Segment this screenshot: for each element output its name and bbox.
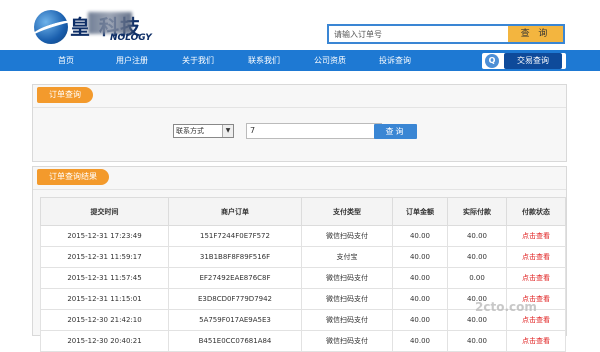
order-amount-cell: 40.00 [392,330,448,352]
payment-type-cell: 微信扫码支付 [301,309,393,331]
merchant-order-cell: EF27492EAE876C8F [168,267,302,289]
merchant-order-cell: E3D8CD0F779D7942 [168,288,302,310]
site-watermark: 2cto.com [475,300,537,314]
nav-item-home[interactable]: 首页 [55,50,77,71]
column-header: 支付类型 [301,197,393,226]
column-header: 实际付款 [447,197,507,226]
order-number-input[interactable] [329,26,508,42]
payment-type-cell: 支付宝 [301,246,393,268]
nav-item-complaint[interactable]: 投诉查询 [373,50,417,71]
chevron-down-icon: ▼ [222,125,233,137]
nav-item-qualification[interactable]: 公司资质 [308,50,352,71]
query-value-input[interactable]: 7 [246,123,382,139]
query-type-select[interactable]: 联系方式 ▼ [173,124,234,138]
submit-time-cell: 2015-12-31 11:59:17 [40,246,169,268]
submit-time-cell: 2015-12-31 11:15:01 [40,288,169,310]
payment-type-cell: 微信扫码支付 [301,330,393,352]
search-icon: Q [485,54,499,68]
transaction-query-button[interactable]: Q 交易查询 [482,53,566,69]
payment-type-cell: 微信扫码支付 [301,225,393,247]
order-search-box: 查 询 [327,24,565,44]
nav-item-about[interactable]: 关于我们 [176,50,220,71]
column-header: 订单金额 [392,197,448,226]
table-row: 2015-12-30 20:40:21 B451E0CC07681A84 微信扫… [40,330,566,352]
column-header: 商户订单 [168,197,302,226]
merchant-order-cell: 5A759F017AE9A5E3 [168,309,302,331]
order-amount-cell: 40.00 [392,288,448,310]
submit-time-cell: 2015-12-31 17:23:49 [40,225,169,247]
table-row: 2015-12-31 11:59:17 31B1B8F8F89F516F 支付宝… [40,246,566,268]
query-button[interactable]: 查询 [374,124,417,139]
actual-payment-cell: 40.00 [447,246,507,268]
order-amount-cell: 40.00 [392,246,448,268]
results-table: 提交时间 商户订单 支付类型 订单金额 实际付款 付款状态 2015-12-31… [40,197,566,352]
table-header-row: 提交时间 商户订单 支付类型 订单金额 实际付款 付款状态 [40,197,566,226]
divider [33,107,566,108]
order-amount-cell: 40.00 [392,309,448,331]
view-status-link[interactable]: 点击查看 [506,330,566,352]
table-row: 2015-12-31 17:23:49 151F7244F0E7F572 微信扫… [40,225,566,247]
view-status-link[interactable]: 点击查看 [506,267,566,289]
order-query-panel: 订单查询 联系方式 ▼ 7 查询 [32,84,567,162]
header: 皇 科技 NOLOGY 查 询 [0,0,600,50]
table-row: 2015-12-31 11:57:45 EF27492EAE876C8F 微信扫… [40,267,566,289]
panel-title: 订单查询 [37,87,93,103]
logo-subtext: NOLOGY [110,33,152,43]
search-button[interactable]: 查 询 [508,26,563,42]
merchant-order-cell: 151F7244F0E7F572 [168,225,302,247]
column-header: 付款状态 [506,197,566,226]
company-logo[interactable]: 皇 科技 NOLOGY [29,6,170,46]
payment-type-cell: 微信扫码支付 [301,267,393,289]
payment-type-cell: 微信扫码支付 [301,288,393,310]
actual-payment-cell: 40.00 [447,330,507,352]
order-amount-cell: 40.00 [392,267,448,289]
transaction-query-label: 交易查询 [504,53,562,69]
query-type-value: 联系方式 [176,127,204,135]
submit-time-cell: 2015-12-31 11:57:45 [40,267,169,289]
logo-blur [88,12,132,34]
view-status-link[interactable]: 点击查看 [506,246,566,268]
view-status-link[interactable]: 点击查看 [506,225,566,247]
divider [33,189,566,190]
nav-item-register[interactable]: 用户注册 [110,50,154,71]
panel-title: 订单查询结果 [37,169,109,185]
submit-time-cell: 2015-12-30 21:42:10 [40,309,169,331]
order-amount-cell: 40.00 [392,225,448,247]
merchant-order-cell: 31B1B8F8F89F516F [168,246,302,268]
actual-payment-cell: 40.00 [447,225,507,247]
submit-time-cell: 2015-12-30 20:40:21 [40,330,169,352]
actual-payment-cell: 0.00 [447,267,507,289]
nav-item-contact[interactable]: 联系我们 [242,50,286,71]
column-header: 提交时间 [40,197,169,226]
main-nav: 首页 用户注册 关于我们 联系我们 公司资质 投诉查询 Q 交易查询 [0,50,600,71]
merchant-order-cell: B451E0CC07681A84 [168,330,302,352]
